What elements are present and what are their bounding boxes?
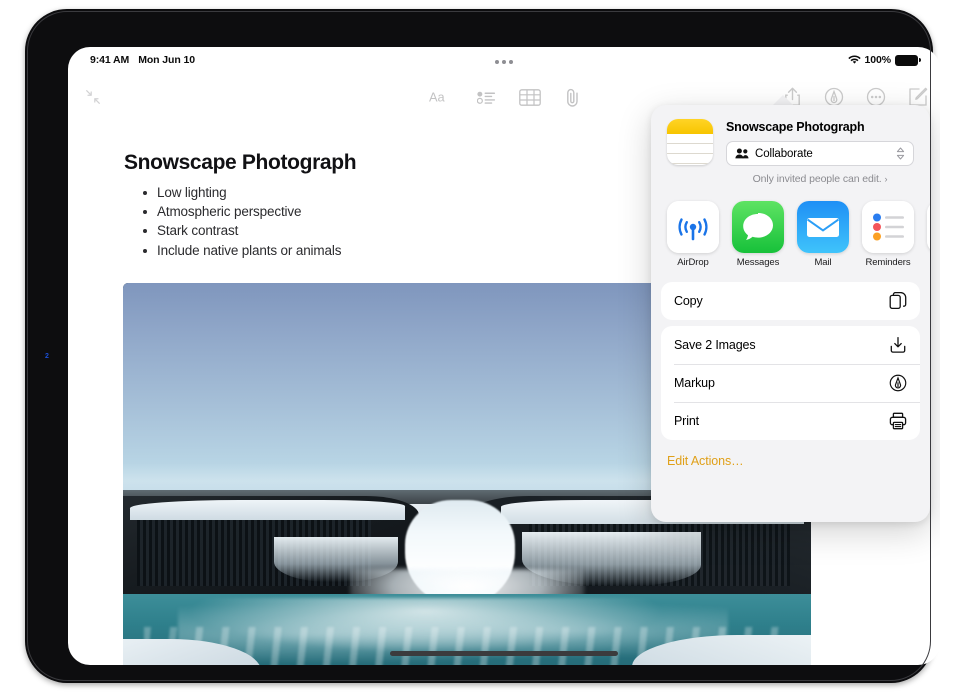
share-actions-primary-card: Copy	[661, 282, 920, 320]
ipad-device-frame: 2 9:41 AM Mon Jun 10 100%	[25, 9, 933, 683]
action-print[interactable]: Print	[661, 402, 920, 440]
collaborate-label: Collaborate	[755, 148, 813, 160]
notes-icon-line	[667, 163, 713, 164]
wifi-icon	[848, 55, 861, 65]
freeform-icon	[927, 201, 930, 253]
dot-1	[495, 60, 499, 64]
action-label: Save 2 Images	[674, 338, 755, 352]
action-label: Copy	[674, 294, 703, 308]
mail-icon	[797, 201, 849, 253]
share-app-airdrop[interactable]: AirDrop	[667, 201, 719, 268]
multitasking-controls-button[interactable]	[488, 55, 520, 69]
notes-icon-line	[667, 143, 713, 144]
save-download-icon	[889, 336, 907, 354]
home-indicator-bar[interactable]	[390, 651, 618, 656]
printer-icon	[889, 412, 907, 430]
permission-note[interactable]: Only invited people can edit. ›	[726, 173, 914, 185]
checklist-icon[interactable]	[471, 83, 501, 111]
status-bar-right: 100%	[848, 54, 918, 66]
list-item[interactable]: Atmospheric perspective	[141, 202, 341, 221]
paperclip-attachment-icon[interactable]	[557, 83, 587, 111]
share-app-messages[interactable]: Messages	[732, 201, 784, 268]
table-icon[interactable]	[515, 83, 545, 111]
action-save-images[interactable]: Save 2 Images	[661, 326, 920, 364]
chevron-up-down-icon	[896, 147, 905, 160]
copy-documents-icon	[889, 292, 907, 310]
action-markup[interactable]: Markup	[661, 364, 920, 402]
share-app-label: Reminders	[862, 257, 914, 268]
share-apps-row[interactable]: AirDrop Messages	[651, 195, 930, 276]
status-date: Mon Jun 10	[138, 54, 195, 66]
collaborate-dropdown[interactable]: Collaborate	[726, 141, 914, 166]
list-item[interactable]: Include native plants or animals	[141, 241, 341, 260]
battery-percent-label: 100%	[865, 54, 891, 66]
action-label: Print	[674, 414, 699, 428]
aa-format-icon[interactable]: Aa	[425, 83, 455, 111]
airdrop-icon	[667, 201, 719, 253]
battery-full-icon	[895, 55, 918, 66]
ipad-screen: 9:41 AM Mon Jun 10 100% Aa	[68, 47, 940, 665]
note-bullet-list[interactable]: Low lighting Atmospheric perspective Sta…	[141, 183, 341, 260]
chevron-right-icon: ›	[884, 174, 887, 184]
share-sheet-header-text: Snowscape Photograph Collaborate Only in…	[726, 119, 914, 185]
dot-3	[509, 60, 513, 64]
list-item[interactable]: Low lighting	[141, 183, 341, 202]
collapse-arrows-icon[interactable]	[78, 83, 108, 111]
dot-2	[502, 60, 506, 64]
bezel-artifact-label: 2	[45, 353, 48, 360]
share-app-label: Fr	[927, 257, 930, 268]
share-app-label: Messages	[732, 257, 784, 268]
share-sheet-header: Snowscape Photograph Collaborate Only in…	[651, 105, 930, 195]
two-people-icon	[735, 148, 749, 159]
share-app-label: Mail	[797, 257, 849, 268]
notes-icon-line	[667, 153, 713, 154]
status-time: 9:41 AM	[90, 54, 129, 66]
share-sheet-document-title: Snowscape Photograph	[726, 120, 914, 134]
list-item[interactable]: Stark contrast	[141, 221, 341, 240]
reminders-icon	[862, 201, 914, 253]
notes-icon-header-band	[667, 119, 713, 134]
action-label: Markup	[674, 376, 715, 390]
action-copy[interactable]: Copy	[661, 282, 920, 320]
status-bar-left: 9:41 AM Mon Jun 10	[90, 54, 195, 66]
markup-pen-circle-icon	[889, 374, 907, 392]
share-sheet-popover: Snowscape Photograph Collaborate Only in…	[651, 105, 930, 522]
share-actions-secondary-card: Save 2 Images Markup Print	[661, 326, 920, 440]
share-app-label: AirDrop	[667, 257, 719, 268]
messages-icon	[732, 201, 784, 253]
share-app-freeform[interactable]: Fr	[927, 201, 930, 268]
share-app-reminders[interactable]: Reminders	[862, 201, 914, 268]
edit-actions-button[interactable]: Edit Actions…	[651, 440, 930, 468]
permission-note-label: Only invited people can edit.	[753, 173, 882, 185]
note-title[interactable]: Snowscape Photograph	[124, 151, 356, 175]
photo-snowcap-left	[130, 500, 405, 520]
share-app-mail[interactable]: Mail	[797, 201, 849, 268]
notes-app-icon	[667, 119, 713, 165]
svg-text:Aa: Aa	[429, 90, 446, 105]
